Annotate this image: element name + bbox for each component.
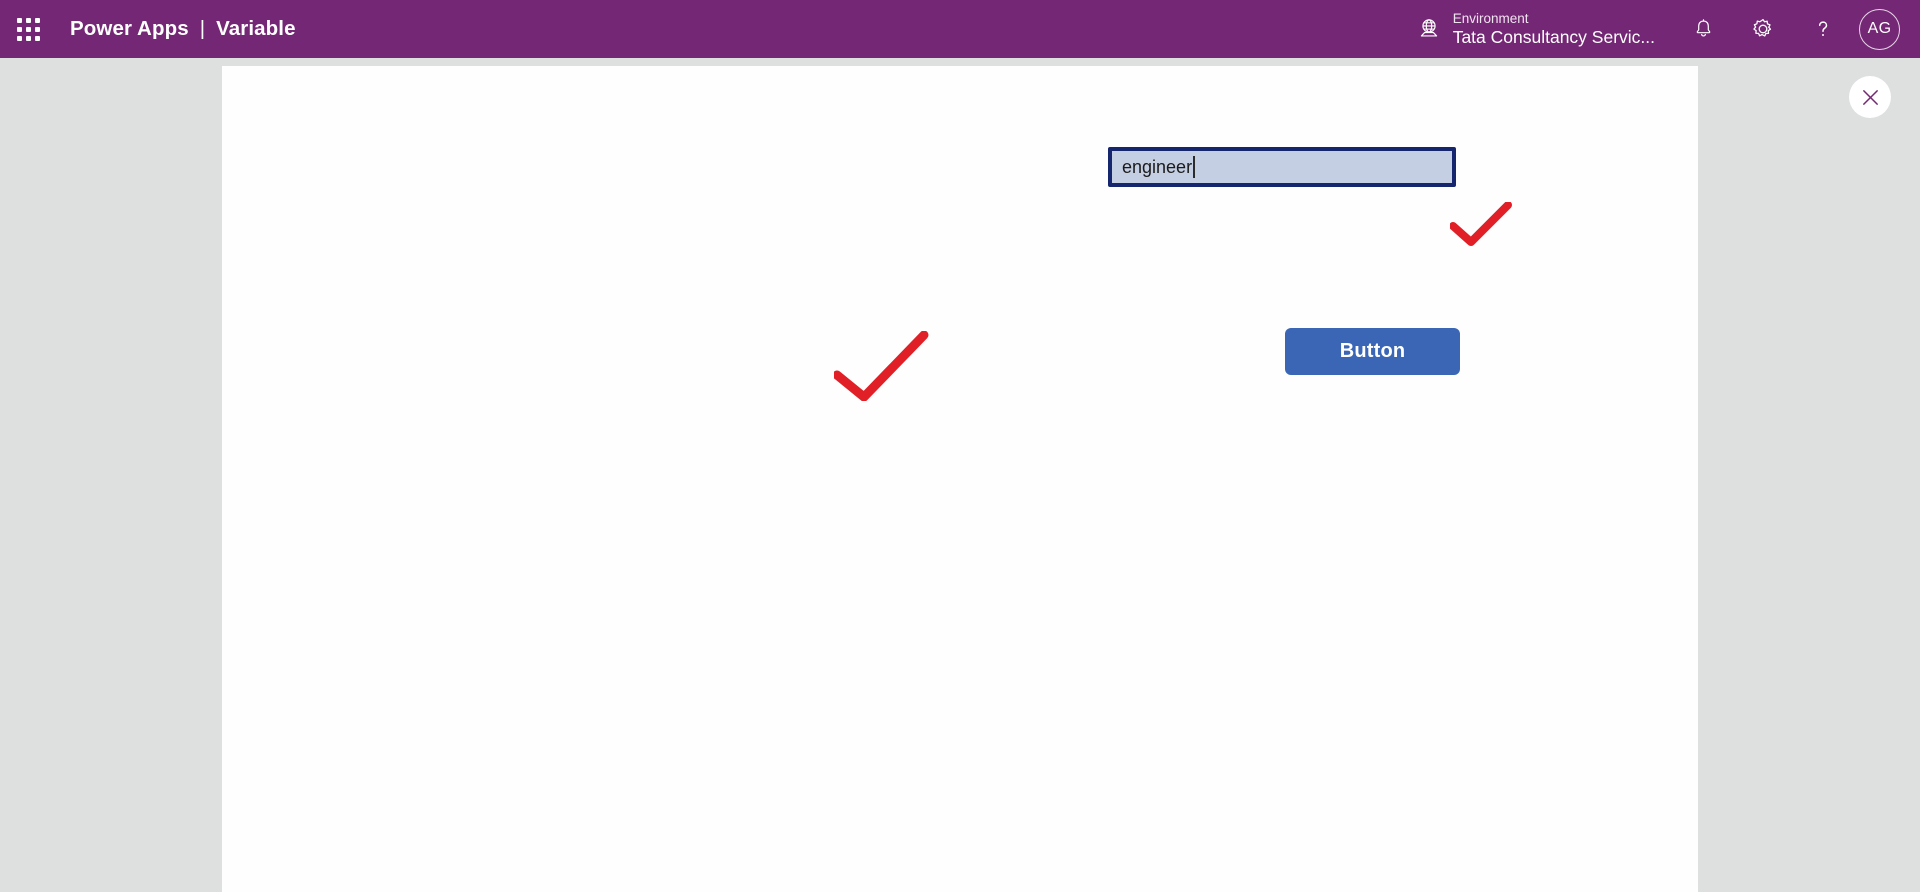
bell-icon: [1696, 18, 1710, 36]
submit-button[interactable]: Button: [1285, 328, 1460, 375]
close-x-icon: [1862, 89, 1878, 105]
brand-separator: |: [199, 17, 206, 40]
user-avatar[interactable]: AG: [1859, 8, 1900, 50]
environment-name: Tata Consultancy Servic...: [1452, 26, 1655, 47]
text-input-value: engineer: [1122, 156, 1193, 177]
waffle-dot-grid: [16, 17, 40, 41]
checkmark-large-annotation: [834, 331, 929, 401]
app-name: Variable: [216, 17, 296, 40]
app-launcher-waffle-icon[interactable]: [0, 0, 56, 58]
gear-icon: [1753, 18, 1772, 37]
product-name: Power Apps: [70, 17, 189, 40]
checkmark-small-annotation: [1450, 202, 1512, 246]
settings-button[interactable]: [1733, 0, 1793, 58]
close-player-button[interactable]: [1849, 76, 1891, 118]
brand-title[interactable]: Power Apps | Variable: [70, 17, 296, 41]
help-button[interactable]: [1793, 0, 1853, 58]
environment-picker[interactable]: Environment Tata Consultancy Servic...: [1416, 11, 1673, 48]
power-apps-player-window: Power Apps | Variable Environment Tata C…: [0, 0, 1920, 892]
environment-label: Environment: [1452, 10, 1529, 26]
notifications-button[interactable]: [1673, 0, 1733, 58]
globe-environment-icon: [1420, 19, 1437, 37]
text-cursor: [1193, 156, 1195, 178]
avatar-initials: AG: [1867, 20, 1892, 37]
text-input[interactable]: engineer: [1108, 147, 1456, 187]
top-command-bar: Power Apps | Variable Environment Tata C…: [0, 0, 1920, 58]
question-mark-icon: [1818, 21, 1828, 36]
top-bar-right-cluster: Environment Tata Consultancy Servic... A…: [1416, 0, 1920, 58]
app-canvas: engineer Button: [222, 66, 1698, 892]
environment-text: Environment Tata Consultancy Servic...: [1453, 11, 1655, 48]
